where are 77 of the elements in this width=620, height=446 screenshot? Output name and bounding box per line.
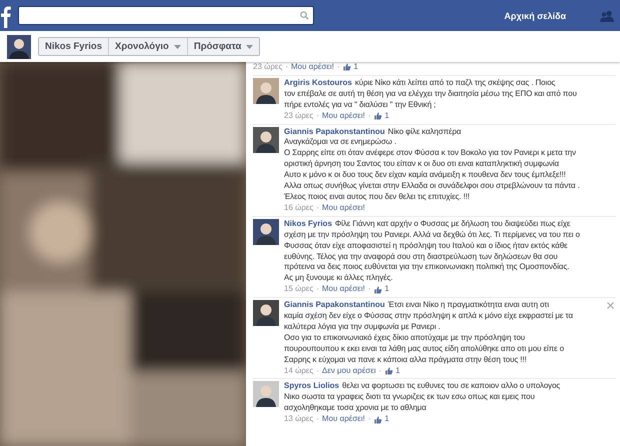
separator-dot: ·	[336, 62, 340, 73]
comment-author[interactable]: Spyros Liolios	[284, 381, 340, 392]
avatar-icon[interactable]	[253, 218, 279, 245]
logo-icon[interactable]	[0, 4, 12, 28]
avatar-icon[interactable]	[253, 126, 279, 153]
home-link[interactable]: Αρχική σελίδα	[504, 10, 566, 20]
separator-dot: ·	[316, 366, 320, 376]
separator-dot: ·	[378, 366, 382, 376]
comment-text: ευθύνης. Τέλος για την αναφορά σου στη διαστρεύλωση των δηλώσεων θα σου	[284, 252, 559, 262]
like-link[interactable]: Μου αρέσει!	[322, 202, 365, 214]
comment-time: 16 ώρες	[284, 202, 314, 214]
comment-time: 15 ώρες	[284, 284, 314, 296]
comment-time: 13 ώρες	[284, 414, 314, 426]
thumbs-up-icon	[374, 416, 382, 424]
separator-dot: ·	[368, 414, 371, 426]
separator-dot: ·	[316, 414, 320, 426]
separator-dot: ·	[368, 110, 371, 122]
comment-text: σχέση με την πρόσληψη του Ρανιερι. Αλλά να δεχθώ ότι λες. Τι περίμενες να του πει ο	[284, 230, 580, 241]
comment-text: Έτσι ειναι Νίκο η πραγματικότητα ειναι αυτη οτι	[388, 300, 549, 312]
comment-time: 23 ώρες	[284, 110, 314, 122]
comment-text: Νικο σωστα τα γραφεις διοτι τα γνωριζεις εκ των εσω οπως και εμεις που	[284, 392, 536, 404]
comment-text: Φίλε Γιάννη κατ αρχήν ο Φυσσας με δήλωση του διαψεύδει πως είχε	[335, 218, 570, 230]
profile-nav-button[interactable]: Χρονολόγιο	[109, 38, 188, 55]
profile-nav-button[interactable]: Πρόσφατα	[188, 38, 260, 55]
comment-time: 14 ώρες	[284, 366, 314, 376]
profile-nav-button[interactable]: Nikos Fyrios	[39, 38, 110, 55]
comment-text: Σαρρης κ εύχομαι να πανε κ κάποια αλλα πράγματα στην θέση τους !!!	[284, 354, 528, 366]
separator-dot: ·	[368, 284, 371, 296]
separator-dot: ·	[316, 202, 320, 214]
like-count: 1	[384, 284, 390, 296]
thumbs-up-icon	[342, 63, 351, 72]
comment-text: Οσο για το επικοινωνιακό έχεις δίκιο αποτύχαμε με την πρόσληψη του	[284, 332, 526, 344]
like-count: 1	[384, 414, 390, 426]
comment-author[interactable]: Giannis Papakonstantinou	[284, 126, 385, 138]
like-link[interactable]: Δεν μου αρέσει	[322, 366, 376, 376]
avatar-icon[interactable]	[253, 78, 279, 104]
comment-text: οριστική άρνηση του Σαντος του είπαν κ οι δυο οτι ειναι καταπληκτική συμφωνία	[284, 159, 560, 170]
comment-author[interactable]: Giannis Papakonstantinou	[284, 300, 385, 312]
comment-text: Ο Σαρρης είπε οτι όταν ανέφερε στον Φύσσα κ τον Βοκολο για τον Ρανιερι κ μετα την	[284, 148, 577, 160]
avatar-icon[interactable]	[253, 300, 279, 326]
thumbs-up-icon	[374, 286, 382, 294]
comment-text: καμία σχέση δεν είχε ο Φύσσας στην πρόσληψη κ απλά κ μόνο είχε εκφραστεί με τα	[284, 311, 573, 322]
comment-text: Έλεος ποιος ειναι αυτος που δεν θελει τις επιτυχίες. !!!	[284, 192, 471, 203]
comment-text: Αλλα οπως συνήθως γίνεται στην Ελλαδα οι συνάδελφοι σου στρεβλώνουν τα πάντα .	[284, 181, 580, 192]
caret-icon	[174, 44, 181, 48]
search-field[interactable]	[18, 6, 314, 25]
separator-dot: ·	[316, 110, 320, 122]
separator-dot: ·	[285, 62, 288, 73]
comment-text: Αναγκάζομαι να σε ενημερώσω .	[284, 137, 398, 148]
like-count: 1	[354, 62, 358, 73]
comment-text: Αυτο κ μόνο κ οι δυο τους δεν είχαν καμία ανάμειξη κ πουθενα δεν τους έμπλεξε!!!	[284, 170, 567, 182]
comment-text: πουρουπουπου κ εκει ειναι τα λάθη μας αυτος είδη απολύθηκε απο οτι μου είπε ο	[284, 344, 565, 355]
thumbs-up-icon	[384, 367, 392, 376]
comment-text: ασχοληθηκαμε τοσα χρονια με το αθλημα	[284, 403, 428, 414]
like-link[interactable]: Μου αρέσει!	[291, 62, 334, 73]
comment-text: Φυσσας όταν είχε αποφασιστεί η πρόσληψη του Ιταλού και ο ίδιος ήταν εκτός κάθε	[284, 240, 569, 252]
separator-dot: ·	[316, 284, 320, 296]
profile-avatar-icon[interactable]	[7, 34, 31, 58]
like-link[interactable]: Μου αρέσει!	[322, 414, 365, 426]
comment-text: Ας μη ξυνουμε κι άλλες πληγές.	[284, 273, 394, 284]
comment-text: πρότεινα να δεις ποιος ευθύνεται για την επικοινωνιακη πολιτική της Ομοσπονδίας.	[284, 262, 570, 274]
avatar-icon[interactable]	[253, 381, 279, 408]
comment-text: καλύτερα λόγια για την συμφωνία με Ρανιερι .	[284, 322, 442, 333]
like-count: 1	[396, 366, 400, 376]
like-link[interactable]: Μου αρέσει!	[322, 284, 365, 296]
caret-icon	[246, 44, 254, 48]
comment-text: πήρε εντολές για να " διαλύσει " την Εθνική ;	[284, 100, 437, 111]
comment-text: κύριε Νίκο κάτι λείπει από το παζλ της σκέψης σας . Ποιος	[355, 78, 556, 89]
comment-text: θελει να φορτωσει τις ευθυνες του σε καποιον αλλο ο υπολογος	[342, 381, 560, 392]
comment-time: 23 ώρες	[253, 62, 282, 73]
comment-text: Νίκο φίλε καλησπέρα	[388, 126, 462, 138]
comment-text: τον επέβαλε σε αυτή τη θέση για να ελέγχει την διαιτησία μέσω της ΕΠΟ και από που	[284, 88, 577, 100]
comment-author[interactable]: Argiris Kostouros	[284, 78, 352, 89]
like-link[interactable]: Μου αρέσει!	[322, 110, 365, 122]
like-count: 1	[384, 110, 390, 122]
comment-author[interactable]: Nikos Fyrios	[284, 218, 332, 230]
thumbs-up-icon	[374, 112, 382, 120]
